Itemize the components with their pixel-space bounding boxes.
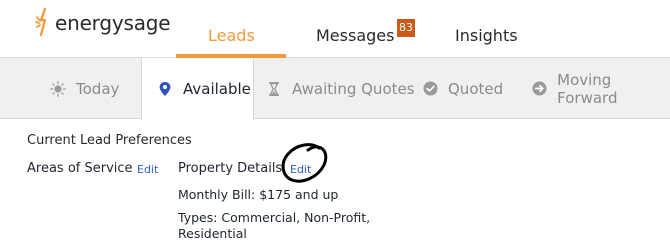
- subtab-today-label: Today: [76, 79, 120, 98]
- subtab-today[interactable]: Today: [50, 58, 119, 119]
- messages-count-badge: 83: [397, 19, 415, 37]
- property-types-label: Types:: [178, 210, 218, 225]
- monthly-bill-label: Monthly Bill:: [178, 187, 256, 202]
- map-pin-icon: [157, 81, 173, 97]
- page: energysage Leads Messages 83 Insights To…: [0, 0, 670, 252]
- property-details-edit-link[interactable]: Edit: [290, 163, 311, 176]
- sun-icon: [50, 80, 66, 97]
- tab-messages[interactable]: Messages: [316, 26, 394, 45]
- logo[interactable]: energysage: [34, 8, 171, 38]
- subtab-moving-forward-label: Moving Forward: [557, 70, 618, 107]
- top-header: energysage Leads Messages 83 Insights: [0, 0, 670, 58]
- subtab-quoted-label: Quoted: [448, 79, 504, 98]
- energysage-logo-icon: [35, 8, 47, 37]
- subtab-available-label: Available: [183, 80, 251, 98]
- subtab-moving-forward[interactable]: Moving Forward: [532, 58, 670, 119]
- monthly-bill-line: Monthly Bill: $175 and up: [178, 187, 338, 202]
- check-circle-icon: [422, 81, 438, 97]
- hourglass-icon: [266, 81, 282, 97]
- tab-insights[interactable]: Insights: [455, 26, 518, 45]
- property-types-value: Commercial, Non-Profit,: [221, 210, 371, 225]
- areas-of-service-label: Areas of Service: [27, 161, 133, 176]
- subtab-awaiting-quotes-label: Awaiting Quotes: [292, 79, 415, 98]
- logo-text: energysage: [55, 11, 171, 35]
- lead-preferences-title: Current Lead Preferences: [27, 133, 192, 148]
- lead-status-tabs: Today Available Awaiting Quotes Quoted M…: [0, 58, 670, 120]
- subtab-quoted[interactable]: Quoted: [422, 58, 503, 119]
- tab-leads[interactable]: Leads: [208, 26, 255, 45]
- property-types-value-cont: Residential: [178, 226, 247, 241]
- areas-of-service-edit-link[interactable]: Edit: [137, 163, 158, 176]
- property-details-label: Property Details: [178, 161, 283, 176]
- subtab-awaiting-quotes[interactable]: Awaiting Quotes: [266, 58, 415, 119]
- arrow-circle-icon: [532, 81, 547, 97]
- subtab-available[interactable]: Available: [141, 58, 254, 120]
- property-types-line: Types: Commercial, Non-Profit,: [178, 210, 370, 225]
- monthly-bill-value: $175 and up: [259, 187, 339, 202]
